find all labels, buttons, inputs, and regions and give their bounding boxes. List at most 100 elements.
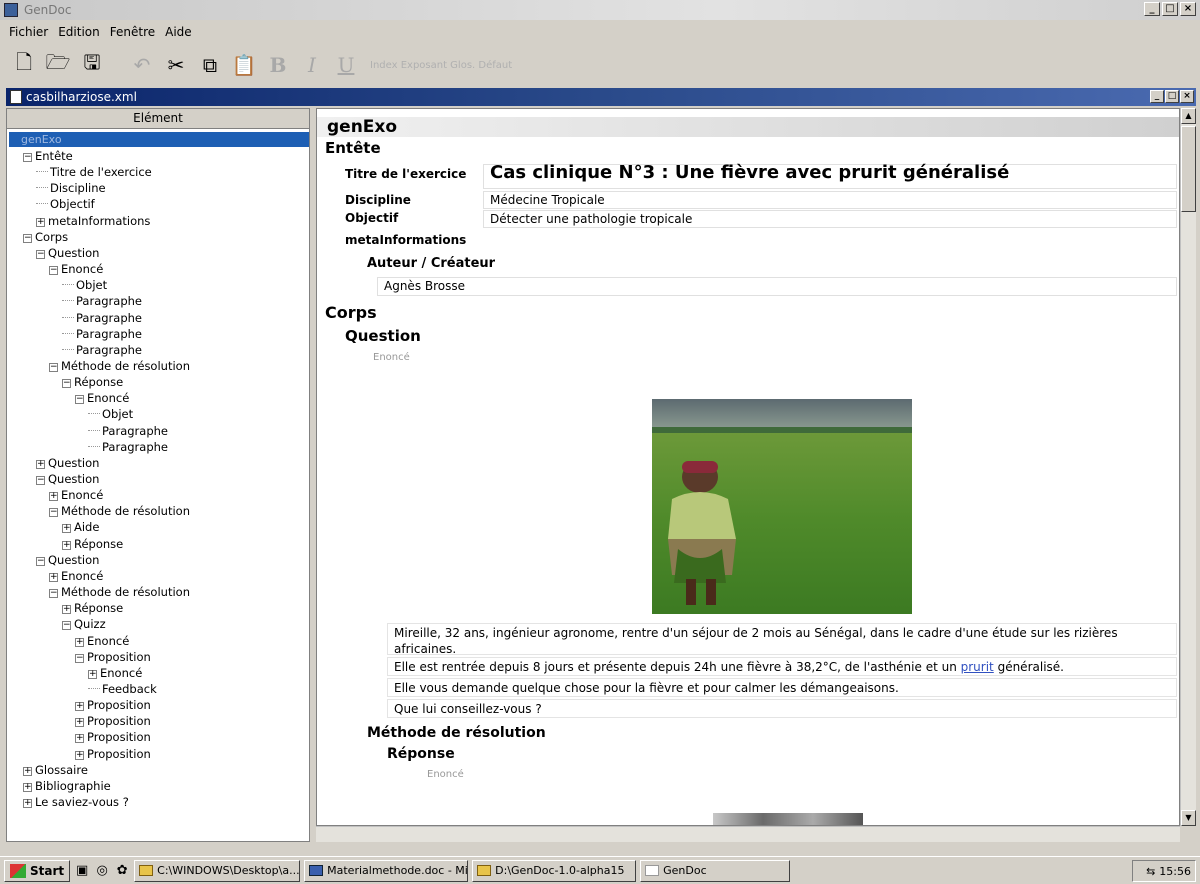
tree-node[interactable]: + Proposition [75, 729, 151, 745]
task-gendoc-folder[interactable]: D:\GenDoc-1.0-alpha15 [472, 859, 637, 882]
tree-node[interactable]: Paragraphe [88, 423, 168, 439]
save-icon[interactable]: 🖫 [78, 50, 106, 79]
tree-node[interactable]: + Réponse [62, 600, 123, 616]
tree-node[interactable]: + Aide [62, 519, 99, 535]
paragraph-3[interactable]: Elle vous demande quelque chose pour la … [387, 678, 1177, 697]
tree-node[interactable]: − Quizz [62, 616, 106, 632]
scroll-up-button[interactable]: ▲ [1181, 108, 1196, 124]
tree-node[interactable]: + Bibliographie [23, 778, 111, 794]
expand-icon[interactable]: + [23, 766, 32, 776]
task-desktop-folder[interactable]: C:\WINDOWS\Desktop\a... [134, 859, 301, 882]
tree-node[interactable]: + Enoncé [88, 665, 142, 681]
tree-node[interactable]: − Question [36, 552, 99, 568]
network-icon[interactable]: ⇆ [1146, 865, 1155, 878]
tree-node[interactable]: − Question [36, 471, 99, 487]
menu-fenetre[interactable]: Fenêtre [105, 25, 160, 39]
expand-icon[interactable]: + [23, 799, 32, 808]
menu-fichier[interactable]: Fichier [4, 25, 53, 39]
tree-node[interactable]: Discipline [36, 180, 106, 196]
tree-root-genexo[interactable]: genExo [21, 132, 62, 147]
tree-node[interactable]: − Enoncé [75, 390, 129, 406]
collapse-icon[interactable]: − [49, 508, 58, 518]
tree-node[interactable]: + Proposition [75, 746, 151, 762]
tree-node[interactable]: − Enoncé [49, 261, 103, 277]
collapse-icon[interactable]: − [49, 362, 58, 372]
tree-node[interactable]: − Question [36, 245, 99, 261]
tree-node[interactable]: + Le saviez-vous ? [23, 794, 129, 810]
open-folder-icon[interactable]: 🗁 [44, 50, 72, 79]
tree-node[interactable]: + Proposition [75, 713, 151, 729]
prurit-glossary-link[interactable]: prurit [961, 660, 994, 674]
horizontal-scrollbar[interactable] [316, 826, 1180, 842]
collapse-icon[interactable]: − [75, 395, 84, 405]
paragraph-2[interactable]: Elle est rentrée depuis 8 jours et prése… [387, 657, 1177, 676]
collapse-icon[interactable]: − [36, 249, 45, 259]
tree-node[interactable]: Objectif [36, 196, 95, 212]
expand-icon[interactable]: + [36, 217, 45, 227]
expand-icon[interactable]: + [62, 540, 71, 550]
tree-node[interactable]: − Entête [23, 148, 73, 164]
titre-field[interactable]: Cas clinique N°3 : Une fièvre avec pruri… [483, 164, 1177, 189]
frame-minimize-button[interactable]: _ [1150, 90, 1164, 103]
cut-icon[interactable]: ✂ [162, 51, 190, 79]
underline-icon[interactable]: U [332, 51, 360, 79]
start-button[interactable]: Start [4, 859, 71, 882]
scroll-down-button[interactable]: ▼ [1181, 810, 1196, 826]
undo-icon[interactable]: ↶ [128, 51, 156, 79]
tree-node[interactable]: + Réponse [62, 536, 123, 552]
tree-node[interactable]: − Proposition [75, 649, 151, 665]
tree-node[interactable]: Objet [88, 406, 133, 422]
paragraph-1[interactable]: Mireille, 32 ans, ingénieur agronome, re… [387, 623, 1177, 656]
expand-icon[interactable]: + [88, 669, 97, 679]
paste-icon[interactable]: 📋 [230, 51, 258, 79]
tree-node[interactable]: + Enoncé [49, 568, 103, 584]
minimize-button[interactable]: _ [1144, 2, 1160, 16]
close-button[interactable]: × [1180, 2, 1196, 16]
expand-icon[interactable]: + [75, 702, 84, 712]
tree-node[interactable]: Paragraphe [62, 310, 142, 326]
tree-node[interactable]: − Réponse [62, 374, 123, 390]
tree-node[interactable]: + Enoncé [75, 633, 129, 649]
expand-icon[interactable]: + [36, 459, 45, 469]
quicklaunch-app-icon[interactable]: ✿ [114, 863, 130, 879]
vertical-scrollbar[interactable]: ▲ ▼ [1180, 108, 1196, 826]
expand-icon[interactable]: + [75, 637, 84, 647]
collapse-icon[interactable]: − [62, 379, 71, 389]
task-word-document[interactable]: Materialmethode.doc - Mic... [304, 859, 469, 882]
collapse-icon[interactable]: − [36, 476, 45, 485]
tree-node[interactable]: Titre de l'exercice [36, 164, 152, 180]
tree-node[interactable]: + Glossaire [23, 762, 88, 778]
tree-node[interactable]: − Méthode de résolution [49, 503, 190, 519]
collapse-icon[interactable]: − [49, 589, 58, 599]
tree-node[interactable]: Paragraphe [62, 326, 142, 342]
task-gendoc-app[interactable]: GenDoc [640, 859, 791, 882]
frame-close-button[interactable]: × [1180, 90, 1194, 103]
tree-node[interactable]: Feedback [88, 681, 157, 697]
tree-node[interactable]: Paragraphe [62, 293, 142, 309]
expand-icon[interactable]: + [75, 750, 84, 760]
tree-node[interactable]: Paragraphe [88, 439, 168, 455]
tree-node[interactable]: Objet [62, 277, 107, 293]
expand-icon[interactable]: + [49, 572, 58, 582]
collapse-icon[interactable]: − [62, 621, 71, 631]
tree-node[interactable]: − Méthode de résolution [49, 358, 190, 374]
maximize-button[interactable]: □ [1162, 2, 1178, 16]
tree-node[interactable]: + Enoncé [49, 487, 103, 503]
menu-aide[interactable]: Aide [160, 25, 197, 39]
auteur-field[interactable]: Agnès Brosse [377, 277, 1177, 296]
format-text-buttons[interactable]: Index Exposant Glos. Défaut [370, 60, 512, 71]
collapse-icon[interactable]: − [49, 266, 58, 276]
tree-node[interactable]: Paragraphe [62, 342, 142, 358]
expand-icon[interactable]: + [75, 718, 84, 728]
expand-icon[interactable]: + [49, 492, 58, 502]
paragraph-4[interactable]: Que lui conseillez-vous ? [387, 699, 1177, 718]
tree-node[interactable]: − Corps [23, 229, 68, 245]
menu-edition[interactable]: Edition [53, 25, 105, 39]
collapse-icon[interactable]: − [36, 556, 45, 566]
expand-icon[interactable]: + [62, 605, 71, 615]
collapse-icon[interactable]: − [23, 153, 32, 162]
frame-maximize-button[interactable]: □ [1165, 90, 1179, 103]
bold-icon[interactable]: B [264, 51, 292, 79]
tree-node[interactable]: − Méthode de résolution [49, 584, 190, 600]
copy-icon[interactable]: ⧉ [196, 51, 224, 79]
